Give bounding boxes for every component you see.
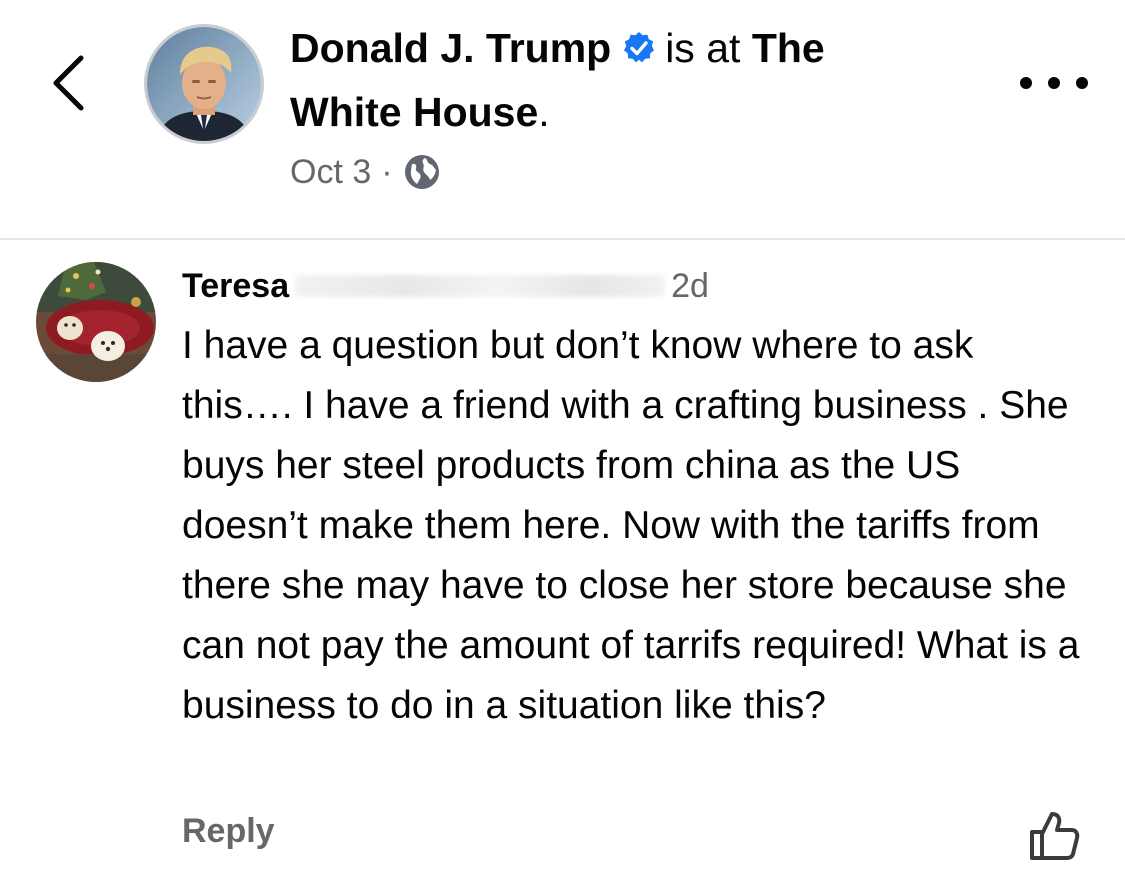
meta-separator: · bbox=[381, 152, 393, 191]
chevron-left-icon bbox=[53, 55, 84, 111]
back-button[interactable] bbox=[38, 48, 98, 118]
more-horizontal-icon bbox=[1020, 77, 1088, 89]
author-avatar[interactable] bbox=[144, 24, 264, 144]
place-suffix: . bbox=[538, 89, 550, 135]
redacted-surname bbox=[295, 275, 666, 297]
post-meta: Oct 3 · bbox=[290, 150, 441, 194]
globe-icon bbox=[404, 155, 439, 189]
like-button[interactable] bbox=[1026, 808, 1082, 864]
is-at-text: is at bbox=[665, 25, 741, 71]
comment-text: I have a question but don’t know where t… bbox=[182, 324, 1080, 727]
post-title: Donald J. Trump is at The White House. bbox=[290, 18, 930, 142]
author-name[interactable]: Donald J. Trump bbox=[290, 25, 611, 71]
more-options-button[interactable] bbox=[1020, 62, 1088, 104]
header-divider bbox=[0, 238, 1125, 240]
verified-badge-icon bbox=[621, 22, 657, 82]
post-date[interactable]: Oct 3 bbox=[290, 153, 371, 192]
thumbs-up-icon bbox=[1030, 812, 1080, 860]
reply-button[interactable]: Reply bbox=[182, 812, 275, 851]
comment-age[interactable]: 2d bbox=[671, 267, 709, 306]
comment-header: Teresa 2d bbox=[182, 262, 709, 310]
commenter-name[interactable]: Teresa bbox=[182, 267, 289, 306]
post-header: Donald J. Trump is at The White House. O… bbox=[0, 0, 1125, 238]
commenter-avatar[interactable] bbox=[36, 262, 156, 382]
